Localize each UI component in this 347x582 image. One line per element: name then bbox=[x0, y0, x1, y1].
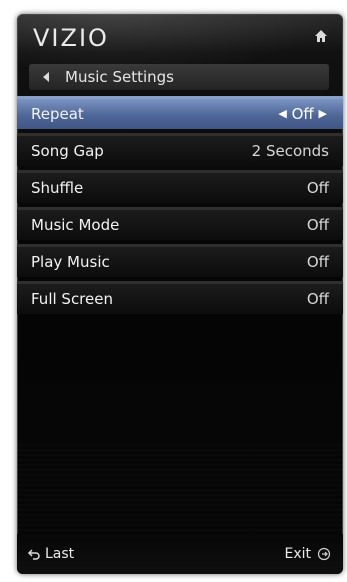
menu-item-label: Full Screen bbox=[31, 290, 113, 308]
top-bar: VIZIO bbox=[17, 14, 343, 60]
exit-button[interactable]: Exit bbox=[284, 544, 331, 564]
menu-item-full-screen[interactable]: Full Screen Off bbox=[17, 281, 343, 314]
menu-item-shuffle[interactable]: Shuffle Off bbox=[17, 170, 343, 203]
menu-item-value: Off bbox=[306, 253, 329, 271]
home-icon[interactable] bbox=[313, 28, 329, 44]
last-label: Last bbox=[45, 546, 75, 562]
menu-item-label: Play Music bbox=[31, 253, 110, 271]
breadcrumb[interactable]: Music Settings bbox=[29, 64, 329, 90]
exit-label: Exit bbox=[284, 546, 311, 562]
menu-item-repeat[interactable]: Repeat ◀ Off ▶ bbox=[17, 96, 343, 129]
menu-item-value: Off bbox=[306, 179, 329, 197]
menu-item-play-music[interactable]: Play Music Off bbox=[17, 244, 343, 277]
back-arrow-icon[interactable] bbox=[43, 72, 49, 82]
menu-item-music-mode[interactable]: Music Mode Off bbox=[17, 207, 343, 240]
exit-icon bbox=[317, 547, 331, 561]
menu-item-value: Off bbox=[306, 290, 329, 308]
page-title: Music Settings bbox=[65, 68, 174, 86]
last-button[interactable]: Last bbox=[27, 544, 74, 564]
footer-glow bbox=[17, 444, 343, 534]
menu-item-value: Off bbox=[306, 216, 329, 234]
settings-menu: Repeat ◀ Off ▶ Song Gap 2 Seconds Shuffl… bbox=[17, 96, 343, 318]
menu-item-value: 2 Seconds bbox=[251, 142, 329, 160]
footer-bar: Last Exit bbox=[17, 444, 343, 574]
menu-item-label: Shuffle bbox=[31, 179, 84, 197]
menu-item-label: Song Gap bbox=[31, 142, 104, 160]
brand-logo: VIZIO bbox=[33, 24, 109, 52]
menu-item-label: Music Mode bbox=[31, 216, 120, 234]
menu-item-label: Repeat bbox=[31, 105, 84, 123]
return-icon bbox=[27, 549, 40, 560]
chevron-right-icon[interactable]: ▶ bbox=[319, 107, 327, 120]
tv-menu-panel: VIZIO Music Settings Repeat ◀ Off ▶ Song… bbox=[17, 14, 343, 574]
menu-item-song-gap[interactable]: Song Gap 2 Seconds bbox=[17, 133, 343, 166]
menu-item-value[interactable]: ◀ Off ▶ bbox=[278, 105, 327, 123]
menu-item-value-text: Off bbox=[291, 105, 314, 123]
chevron-left-icon[interactable]: ◀ bbox=[278, 107, 286, 120]
